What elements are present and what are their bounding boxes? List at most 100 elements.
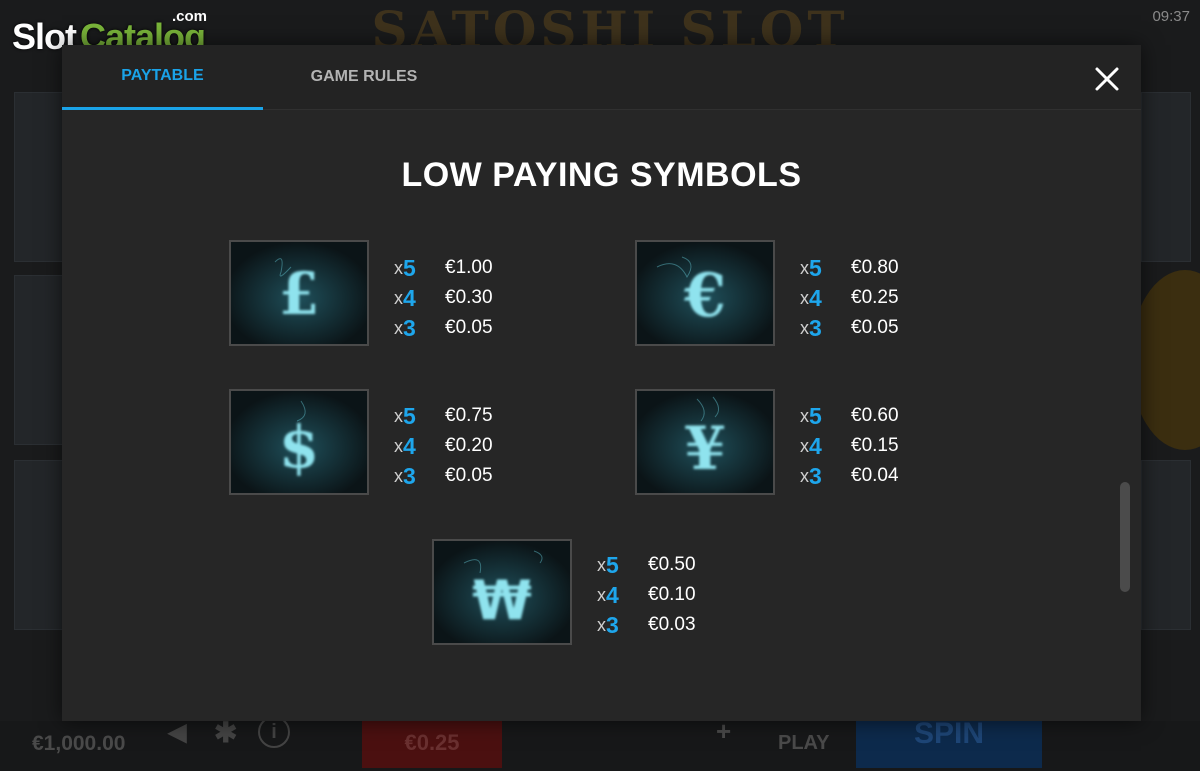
match-count: 3: [809, 314, 822, 341]
multiplier-prefix: x: [800, 287, 809, 308]
multiplier-prefix: x: [394, 405, 403, 426]
pay-row: x 3 €0.05: [394, 461, 534, 491]
pay-amount: €0.05: [445, 317, 493, 338]
pay-amount: €1.00: [445, 257, 493, 278]
yen-symbol-icon: ¥: [637, 391, 773, 493]
multiplier-prefix: x: [800, 317, 809, 338]
match-count: 5: [809, 402, 822, 429]
match-count: 4: [403, 432, 416, 459]
pay-row: x 3 €0.04: [800, 461, 940, 491]
match-count: 3: [403, 314, 416, 341]
pay-row: x 5 €0.50: [597, 550, 737, 580]
symbol-tile-euro: €: [635, 240, 775, 346]
symbol-tile-dollar: $: [229, 389, 369, 495]
pound-symbol-icon: £: [231, 242, 367, 344]
modal-header: PAYTABLE GAME RULES: [62, 45, 1141, 110]
bet-display[interactable]: €0.25: [362, 720, 502, 768]
background-reel: [1141, 460, 1191, 630]
paytable-euro: x 5 €0.80 x 4 €0.25 x 3 €0.05: [800, 253, 940, 343]
pay-row: x 3 €0.03: [597, 610, 737, 640]
paytable-dollar: x 5 €0.75 x 4 €0.20 x 3 €0.05: [394, 401, 534, 491]
scrollbar[interactable]: [1120, 482, 1130, 594]
section-title: LOW PAYING SYMBOLS: [401, 156, 802, 194]
match-count: 3: [606, 611, 619, 638]
match-count: 4: [809, 284, 822, 311]
paytable-modal: PAYTABLE GAME RULES LOW PAYING SYMBOLS £…: [62, 45, 1141, 721]
pay-row: x 4 €0.20: [394, 431, 534, 461]
pay-amount: €0.30: [445, 287, 493, 308]
background-reel: [1141, 92, 1191, 262]
gear-icon[interactable]: ✱: [214, 716, 250, 752]
pay-amount: €0.05: [851, 317, 899, 338]
symbol-glyph: ₩: [472, 569, 532, 632]
match-count: 5: [403, 254, 416, 281]
multiplier-prefix: x: [394, 257, 403, 278]
match-count: 5: [403, 402, 416, 429]
pay-row: x 5 €0.80: [800, 253, 940, 283]
multiplier-prefix: x: [394, 317, 403, 338]
balance-display: €1,000.00: [32, 732, 126, 755]
pay-row: x 5 €0.75: [394, 401, 534, 431]
pay-row: x 5 €1.00: [394, 253, 534, 283]
multiplier-prefix: x: [800, 405, 809, 426]
pay-amount: €0.03: [648, 614, 696, 635]
pay-amount: €0.10: [648, 584, 696, 605]
pay-amount: €0.25: [851, 287, 899, 308]
symbol-glyph: $: [279, 413, 319, 481]
multiplier-prefix: x: [394, 287, 403, 308]
multiplier-prefix: x: [597, 614, 606, 635]
logo-com-text: .com: [172, 8, 208, 25]
pay-row: x 4 €0.25: [800, 283, 940, 313]
pay-amount: €0.60: [851, 405, 899, 426]
symbol-tile-yen: ¥: [635, 389, 775, 495]
won-symbol-icon: ₩: [434, 541, 570, 643]
tab-paytable[interactable]: PAYTABLE: [62, 45, 263, 110]
pay-row: x 3 €0.05: [800, 313, 940, 343]
paytable-won: x 5 €0.50 x 4 €0.10 x 3 €0.03: [597, 550, 737, 640]
symbol-tile-won: ₩: [432, 539, 572, 645]
pay-amount: €0.80: [851, 257, 899, 278]
multiplier-prefix: x: [800, 257, 809, 278]
pay-amount: €0.75: [445, 405, 493, 426]
pay-row: x 4 €0.30: [394, 283, 534, 313]
pay-row: x 4 €0.10: [597, 580, 737, 610]
clock: 09:37: [1152, 8, 1190, 25]
pay-row: x 5 €0.60: [800, 401, 940, 431]
symbol-glyph: €: [683, 261, 726, 331]
match-count: 3: [403, 462, 416, 489]
pay-amount: €0.05: [445, 465, 493, 486]
symbol-glyph: £: [279, 260, 319, 328]
match-count: 4: [606, 581, 619, 608]
close-button[interactable]: [1093, 65, 1121, 93]
pay-amount: €0.20: [445, 435, 493, 456]
scrollbar-thumb[interactable]: [1120, 482, 1130, 592]
match-count: 5: [809, 254, 822, 281]
pay-amount: €0.50: [648, 554, 696, 575]
paytable-yen: x 5 €0.60 x 4 €0.15 x 3 €0.04: [800, 401, 940, 491]
match-count: 3: [809, 462, 822, 489]
dollar-symbol-icon: $: [231, 391, 367, 493]
background-reel: [14, 275, 66, 445]
close-icon: [1095, 67, 1119, 91]
multiplier-prefix: x: [800, 465, 809, 486]
background-reel: [14, 92, 66, 262]
multiplier-prefix: x: [394, 465, 403, 486]
pay-row: x 4 €0.15: [800, 431, 940, 461]
paytable-pound: x 5 €1.00 x 4 €0.30 x 3 €0.05: [394, 253, 534, 343]
match-count: 4: [809, 432, 822, 459]
match-count: 4: [403, 284, 416, 311]
tab-game-rules[interactable]: GAME RULES: [263, 45, 465, 110]
multiplier-prefix: x: [394, 435, 403, 456]
pay-amount: €0.04: [851, 465, 899, 486]
mute-icon[interactable]: ◀: [168, 718, 204, 754]
symbol-glyph: ¥: [684, 414, 726, 484]
multiplier-prefix: x: [597, 584, 606, 605]
match-count: 5: [606, 551, 619, 578]
background-reel: [14, 460, 66, 630]
pay-amount: €0.15: [851, 435, 899, 456]
euro-symbol-icon: €: [637, 242, 773, 344]
symbol-tile-pound: £: [229, 240, 369, 346]
multiplier-prefix: x: [800, 435, 809, 456]
pay-row: x 3 €0.05: [394, 313, 534, 343]
autoplay-button[interactable]: PLAY: [778, 732, 830, 755]
